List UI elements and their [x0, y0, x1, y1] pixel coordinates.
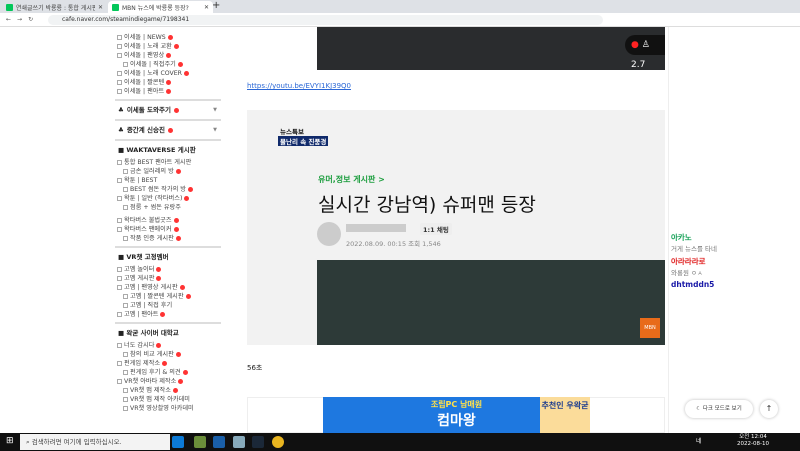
- menu-item[interactable]: 고멤 놀이터: [115, 265, 221, 274]
- menu-item[interactable]: 왁타버스 팬메이커: [115, 225, 221, 234]
- naver-cafe-icon: [112, 3, 119, 11]
- edge-icon[interactable]: [172, 436, 184, 448]
- menu-item[interactable]: 이세돌 | 노래 COVER: [115, 69, 221, 78]
- taskbar-search[interactable]: ⌕ 검색하려면 여기에 입력하십시오.: [20, 434, 170, 450]
- mbn-logo: MBN NEWS: [640, 318, 660, 351]
- new-tab-button[interactable]: +: [212, 0, 220, 11]
- menu-item[interactable]: 참의 비교 게시판: [115, 350, 221, 359]
- menu-item[interactable]: 점룸 + 썸돈 유랑주: [115, 203, 221, 212]
- reload-icon[interactable]: ↻: [28, 16, 33, 23]
- cafe-menu-sidebar: 이세돌 | NEWS 이세돌 | 노래 교환 이세돌 | 팬영상 이세돌 | 직…: [115, 27, 221, 433]
- avatar: [317, 222, 341, 246]
- menu-item[interactable]: 고멤 | 팬아트: [115, 310, 221, 319]
- viewer-count: ● ♙ 2.7: [625, 35, 665, 70]
- menu-item[interactable]: 왁타버스 불법굿즈: [115, 216, 221, 225]
- ad-badge: 추천인 우왁굳: [540, 397, 590, 433]
- scroll-top-button[interactable]: ↑: [760, 400, 778, 418]
- chat-button: 1:1 채팅: [420, 223, 452, 235]
- menu-item[interactable]: 통합 BEST 팬아트 게시판: [115, 158, 221, 167]
- app-icon[interactable]: [233, 436, 245, 448]
- menu-section-middle[interactable]: ♣ 중간계 신승진 ▼: [115, 124, 221, 136]
- menu-item[interactable]: VR챗 영상촬영 아카데미: [115, 404, 221, 413]
- youtube-link[interactable]: https://youtu.be/EVYI1KJ39Q0: [247, 82, 351, 90]
- post-meta: 2022.08.09. 00:15 조회 1,546: [346, 240, 441, 248]
- video-player[interactable]: [317, 27, 665, 70]
- address-bar: ← → ↻ cafe.naver.com/steamindiegame/7198…: [0, 13, 800, 27]
- menu-item[interactable]: 너도 감시다: [115, 341, 221, 350]
- dark-mode-button[interactable]: ☾ 다크 모드로 보기: [685, 400, 753, 418]
- chat-message: 아카노 거게 뉴스를 타네: [671, 233, 717, 253]
- chrome-icon[interactable]: [272, 436, 284, 448]
- menu-item[interactable]: 이세돌 | NEWS: [115, 33, 221, 42]
- menu-item[interactable]: 펀게임 제작소: [115, 359, 221, 368]
- duration-text: 56초: [247, 364, 263, 372]
- tab-bar: 연쇄글쓰기 박룡룡 : 통합 게시판 ✕ MBN 뉴스에 박룡룡 등장? ✕ +: [0, 0, 800, 13]
- board-link: 유머,정보 게시판 >: [318, 175, 385, 184]
- menu-item[interactable]: 고멤 | 짤콘텐 게시판: [115, 292, 221, 301]
- menu-item[interactable]: 펀게임 후기 & 의견: [115, 368, 221, 377]
- menu-heading: ■ 왁굳 사이버 대학교: [118, 329, 179, 337]
- menu-item[interactable]: 금손 일러레의 방: [115, 167, 221, 176]
- tab-2[interactable]: MBN 뉴스에 박룡룡 등장? ✕: [108, 1, 213, 13]
- forward-icon[interactable]: →: [17, 16, 22, 23]
- app-v-icon[interactable]: [213, 436, 225, 448]
- menu-section-help[interactable]: ♣ 이세돌 도와주기 ▼: [115, 104, 221, 116]
- menu-item[interactable]: 이세돌 | 팬영상: [115, 51, 221, 60]
- windows-start-icon[interactable]: ⊞: [6, 436, 14, 446]
- close-icon[interactable]: ✕: [204, 4, 209, 11]
- minecraft-icon[interactable]: [194, 436, 206, 448]
- menu-item[interactable]: 왁툰 | 일반 (작타버스): [115, 194, 221, 203]
- post-title: 실시간 강남역) 슈퍼맨 등장: [318, 194, 536, 216]
- clock[interactable]: 오전 12:04 2022-08-10: [737, 434, 769, 448]
- news-caption: 뉴스특보 물난리 속 진풍경: [278, 128, 329, 146]
- blurred-author: [346, 224, 406, 232]
- menu-item[interactable]: 이세돌 | 팬아트: [115, 87, 221, 96]
- chat-message: dhtmddn5: [671, 280, 715, 289]
- menu-heading: ■ WAKTAVERSE 게시판: [118, 146, 196, 154]
- chat-message: 아라라라로 와룡원 ㅇㅅ: [671, 257, 706, 277]
- moon-icon: ☾: [696, 406, 702, 412]
- menu-item[interactable]: VR챗 맵 제작 아카데미: [115, 395, 221, 404]
- close-icon[interactable]: ✕: [98, 4, 103, 11]
- naver-cafe-icon: [6, 3, 13, 11]
- menu-item[interactable]: 이세돌 | 짤콘텐: [115, 78, 221, 87]
- steam-icon[interactable]: [252, 436, 264, 448]
- menu-heading: ■ VR챗 고정멤버: [118, 253, 169, 261]
- menu-item[interactable]: 고멤 | 팬영상 게시판: [115, 283, 221, 292]
- menu-item[interactable]: 이세돌 | 노래 교환: [115, 42, 221, 51]
- url-input[interactable]: cafe.naver.com/steamindiegame/7198341: [48, 15, 603, 25]
- menu-item[interactable]: VR챗 맵 제작소: [115, 386, 221, 395]
- chat-panel: 아카노 거게 뉴스를 타네 아라라라로 와룡원 ㅇㅅ dhtmddn5: [668, 27, 800, 433]
- search-icon: ⌕: [26, 438, 30, 446]
- menu-item[interactable]: 고멤 | 직접 후기: [115, 301, 221, 310]
- menu-item[interactable]: BEST 썸돈 작가의 방: [115, 185, 221, 194]
- menu-item[interactable]: 고멤 게시판: [115, 274, 221, 283]
- menu-item[interactable]: 작품 인증 게시판: [115, 234, 221, 243]
- tab-1[interactable]: 연쇄글쓰기 박룡룡 : 통합 게시판 ✕: [2, 1, 107, 13]
- back-icon[interactable]: ←: [6, 16, 11, 23]
- menu-item[interactable]: 왁툰 | BEST: [115, 176, 221, 185]
- menu-item[interactable]: 이세돌 | 직접주기: [115, 60, 221, 69]
- user-icon: ♙: [641, 40, 650, 50]
- news-video-frame: [317, 260, 665, 345]
- menu-item[interactable]: VR챗 아바타 제작소: [115, 377, 221, 386]
